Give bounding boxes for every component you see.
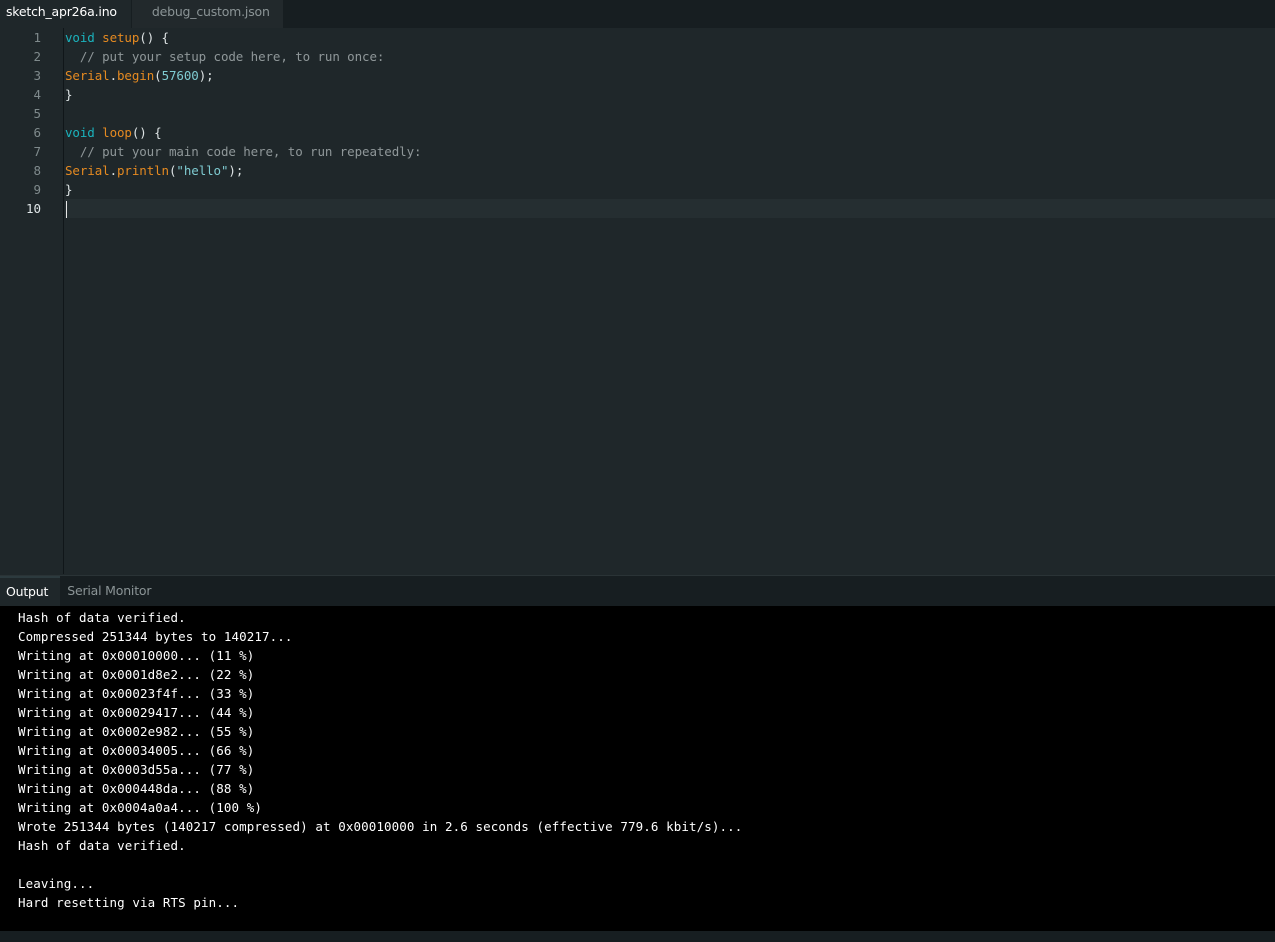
- code-line[interactable]: Serial.println("hello");: [65, 161, 1275, 180]
- code-token: void: [65, 125, 95, 140]
- line-number: 3: [33, 68, 41, 83]
- code-token: setup: [102, 30, 140, 45]
- line-number: 7: [33, 144, 41, 159]
- code-token: }: [65, 182, 73, 197]
- console-line: Hash of data verified.: [18, 838, 186, 853]
- code-editor[interactable]: 1 2 3 4 5 6 7 8 9 10 void setup() { // put your s…: [0, 28, 1275, 574]
- code-token: loop: [102, 125, 132, 140]
- line-number: 2: [33, 49, 41, 64]
- code-line[interactable]: // put your main code here, to run repea…: [65, 142, 1275, 161]
- code-token: "hello": [176, 163, 229, 178]
- console-line: Writing at 0x00029417... (44 %): [18, 705, 255, 720]
- line-number: 4: [33, 87, 41, 102]
- code-token: );: [198, 68, 214, 83]
- console-line: Writing at 0x0004a0a4... (100 %): [18, 800, 263, 815]
- code-line[interactable]: void loop() {: [65, 123, 1275, 142]
- console-line: Wrote 251344 bytes (140217 compressed) a…: [18, 819, 743, 834]
- line-number: 10: [25, 201, 41, 216]
- code-line[interactable]: [65, 199, 1275, 218]
- code-token: (: [154, 68, 162, 83]
- console-line: Hash of data verified.: [18, 610, 186, 625]
- line-number: 8: [33, 163, 41, 178]
- status-bar: [0, 931, 1275, 942]
- console-line: Leaving...: [18, 876, 95, 891]
- tab-output[interactable]: Output: [0, 576, 61, 606]
- line-number: 5: [33, 106, 41, 121]
- line-number: 9: [33, 182, 41, 197]
- code-token: () {: [131, 125, 162, 140]
- code-token: void: [65, 30, 95, 45]
- code-line[interactable]: // put your setup code here, to run once…: [65, 47, 1275, 66]
- console-line: Writing at 0x000448da... (88 %): [18, 781, 255, 796]
- code-line[interactable]: }: [65, 180, 1275, 199]
- console-line: Writing at 0x00010000... (11 %): [18, 648, 255, 663]
- console-line: Writing at 0x0002e982... (55 %): [18, 724, 255, 739]
- code-token: .: [109, 163, 118, 178]
- code-token: 57600: [161, 68, 199, 83]
- line-number-gutter: 1 2 3 4 5 6 7 8 9 10: [0, 28, 64, 574]
- editor-tab-bar: sketch_apr26a.ino debug_custom.json: [0, 0, 1275, 28]
- console-line: Writing at 0x00023f4f... (33 %): [18, 686, 255, 701]
- text-cursor: [66, 201, 67, 218]
- code-token: begin: [117, 68, 155, 83]
- console-line: Writing at 0x0003d55a... (77 %): [18, 762, 255, 777]
- code-token: println: [117, 163, 169, 178]
- code-token: Serial: [65, 163, 110, 178]
- line-number: 6: [33, 125, 41, 140]
- code-token: .: [109, 68, 118, 83]
- code-token: }: [65, 87, 73, 102]
- code-token: Serial: [65, 68, 110, 83]
- output-tab-bar: Output Serial Monitor: [0, 575, 1275, 606]
- tab-serial-monitor[interactable]: Serial Monitor: [60, 576, 158, 606]
- tab-debug-custom-json[interactable]: debug_custom.json: [130, 0, 283, 28]
- tab-sketch-ino[interactable]: sketch_apr26a.ino: [0, 0, 131, 28]
- code-token: () {: [139, 30, 169, 45]
- code-area[interactable]: void setup() { // put your setup code he…: [65, 28, 1275, 574]
- console-line: Writing at 0x00034005... (66 %): [18, 743, 255, 758]
- console-line: Compressed 251344 bytes to 140217...: [18, 629, 293, 644]
- code-line[interactable]: [65, 104, 1275, 123]
- console-line: Writing at 0x0001d8e2... (22 %): [18, 667, 255, 682]
- line-number: 1: [33, 30, 41, 45]
- code-token: // put your setup code here, to run once…: [65, 49, 385, 64]
- code-token: // put your main code here, to run repea…: [65, 144, 422, 159]
- console-line: Hard resetting via RTS pin...: [18, 895, 240, 910]
- code-token: );: [228, 163, 244, 178]
- code-line[interactable]: Serial.begin(57600);: [65, 66, 1275, 85]
- code-line[interactable]: void setup() {: [65, 28, 1275, 47]
- code-line[interactable]: }: [65, 85, 1275, 104]
- output-console[interactable]: Hash of data verified. Compressed 251344 …: [0, 606, 1275, 931]
